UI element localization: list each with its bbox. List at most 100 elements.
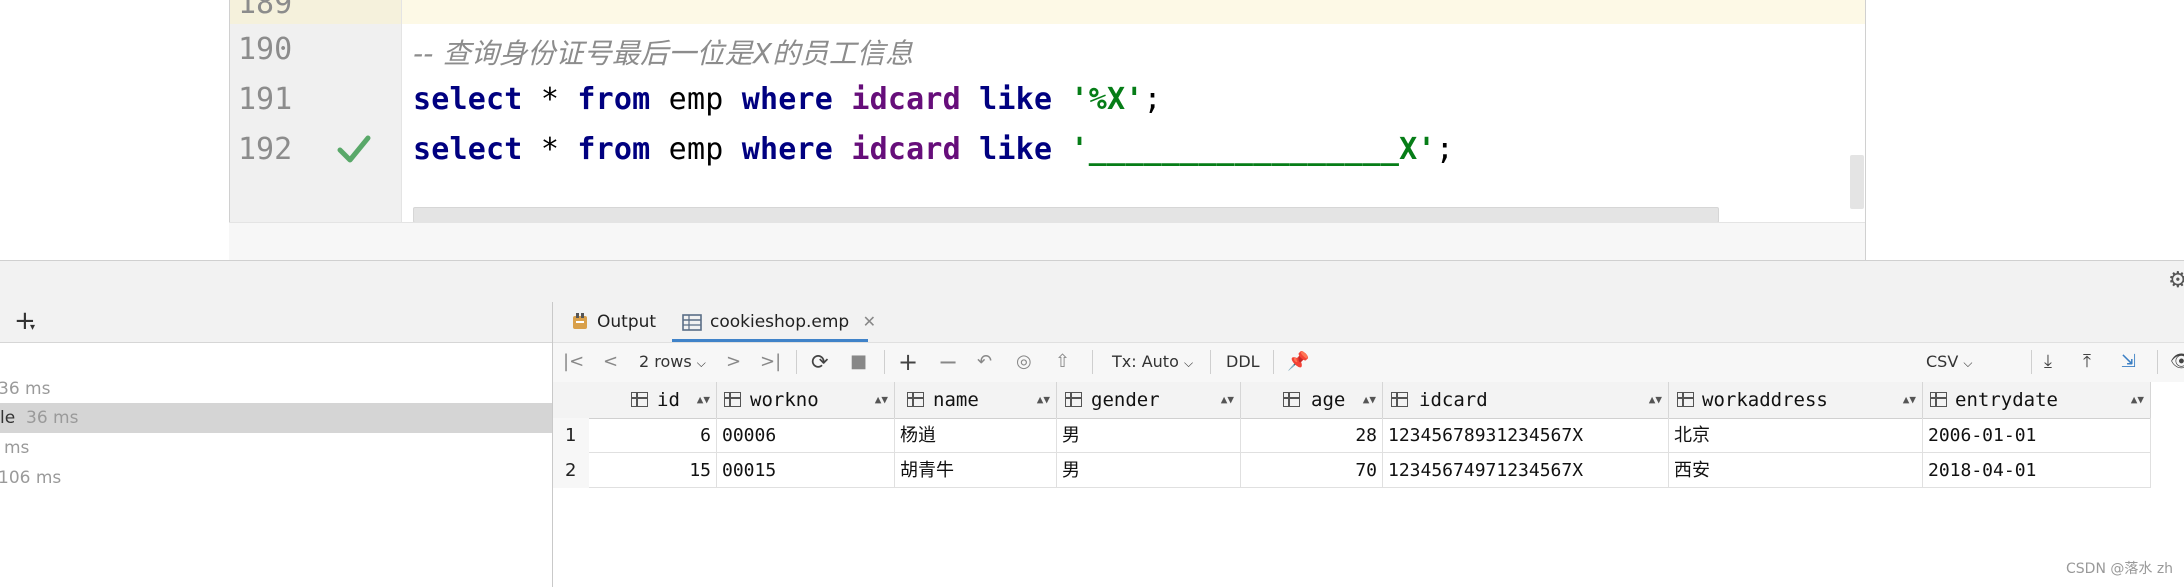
- column-header-workaddress[interactable]: workaddress ▲▼: [1669, 382, 1923, 418]
- editor-right-margin: [1866, 0, 2184, 260]
- toolbar-separator: [796, 350, 797, 374]
- compare-icon[interactable]: ⇲: [2121, 342, 2136, 382]
- gear-icon[interactable]: ⚙: [2168, 268, 2184, 293]
- table-cell-id[interactable]: 15: [589, 453, 717, 488]
- tab-cookieshop-emp[interactable]: cookieshop.emp ✕: [682, 302, 876, 342]
- sort-icon[interactable]: ▲▼: [875, 382, 888, 418]
- table-cell-gender[interactable]: 男: [1057, 418, 1241, 453]
- toolbar-separator: [2031, 350, 2032, 374]
- row-number[interactable]: 1: [553, 418, 589, 453]
- view-icon[interactable]: 👁: [2170, 342, 2184, 382]
- column-header-gender[interactable]: gender ▲▼: [1057, 382, 1241, 418]
- column-header-workno[interactable]: workno ▲▼: [717, 382, 895, 418]
- table-icon: [682, 313, 702, 331]
- sort-icon[interactable]: ▲▼: [1649, 382, 1662, 418]
- sql-table: emp: [650, 132, 742, 167]
- sql-column: idcard: [851, 82, 961, 117]
- table-cell-id[interactable]: 6: [589, 418, 717, 453]
- session-label: le: [0, 408, 16, 428]
- last-page-icon[interactable]: >|: [760, 342, 781, 382]
- revert-icon[interactable]: ↶: [977, 342, 992, 382]
- table-cell-name[interactable]: 杨逍: [895, 418, 1057, 453]
- table-cell-entrydate[interactable]: 2018-04-01: [1923, 453, 2151, 488]
- toolbar-separator: [1273, 350, 1274, 374]
- table-cell-age[interactable]: 28: [1241, 418, 1383, 453]
- session-timing-selected[interactable]: le 36 ms: [0, 403, 552, 433]
- column-icon: [724, 392, 741, 407]
- next-page-icon[interactable]: >: [726, 342, 741, 382]
- column-name: idcard: [1419, 389, 1488, 411]
- chevron-down-icon: ⌵: [1183, 356, 1194, 370]
- export-format-dropdown[interactable]: CSV ⌵: [1926, 342, 1972, 382]
- delete-row-icon[interactable]: −: [938, 342, 958, 382]
- sort-icon[interactable]: ▲▼: [1363, 382, 1376, 418]
- sql-keyword: like: [979, 82, 1053, 117]
- transaction-mode-dropdown[interactable]: Tx: Auto ⌵: [1112, 342, 1193, 382]
- upload-icon[interactable]: ⤒: [2083, 342, 2091, 382]
- submit-icon[interactable]: ⇧: [1055, 342, 1070, 382]
- sql-keyword: select: [413, 132, 523, 167]
- sql-space: [961, 132, 979, 167]
- download-icon[interactable]: ⤓: [2044, 342, 2052, 382]
- add-row-icon[interactable]: +: [898, 342, 918, 382]
- timing-value: 106 ms: [0, 468, 62, 488]
- previous-page-icon[interactable]: <: [603, 342, 618, 382]
- pin-tab-icon[interactable]: 📌: [1287, 342, 1309, 382]
- row-number[interactable]: 2: [553, 453, 589, 488]
- column-header-entrydate[interactable]: entrydate ▲▼: [1923, 382, 2151, 418]
- sql-keyword: where: [741, 132, 834, 167]
- ddl-button[interactable]: DDL: [1226, 342, 1260, 382]
- chevron-down-icon[interactable]: ▾: [30, 322, 35, 333]
- code-line-191[interactable]: select * from emp where idcard like '%X'…: [413, 82, 1162, 117]
- editor-horizontal-scrollbar[interactable]: [413, 207, 1719, 223]
- stop-icon[interactable]: ■: [850, 342, 867, 382]
- sql-keyword: from: [577, 132, 651, 167]
- rows-count-dropdown[interactable]: 2 rows ⌵: [639, 342, 706, 382]
- table-cell-workno[interactable]: 00006: [717, 418, 895, 453]
- tx-mode-label: Tx: Auto: [1112, 352, 1179, 371]
- table-cell-workaddress[interactable]: 西安: [1669, 453, 1923, 488]
- column-header-id[interactable]: id ▲▼: [589, 382, 717, 418]
- editor-vertical-scrollbar[interactable]: [1850, 155, 1864, 209]
- table-cell-idcard[interactable]: 12345678931234567X: [1383, 418, 1669, 453]
- table-cell-workaddress[interactable]: 北京: [1669, 418, 1923, 453]
- gutter-separator: [401, 0, 402, 222]
- editor-bottom-bar: [229, 222, 1865, 261]
- sql-keyword: from: [577, 82, 651, 117]
- table-cell-entrydate[interactable]: 2006-01-01: [1923, 418, 2151, 453]
- toolbar-separator: [1210, 350, 1211, 374]
- sql-semicolon: ;: [1143, 82, 1162, 117]
- sort-icon[interactable]: ▲▼: [697, 382, 710, 418]
- table-cell-name[interactable]: 胡青牛: [895, 453, 1057, 488]
- first-page-icon[interactable]: |<: [563, 342, 584, 382]
- tab-label: Output: [597, 312, 657, 332]
- column-header-idcard[interactable]: idcard ▲▼: [1383, 382, 1669, 418]
- session-timing[interactable]: 106 ms: [0, 463, 552, 493]
- table-cell-age[interactable]: 70: [1241, 453, 1383, 488]
- refresh-icon[interactable]: ⟳: [811, 342, 829, 382]
- timing-value: 36 ms: [26, 408, 79, 428]
- table-cell-idcard[interactable]: 12345674971234567X: [1383, 453, 1669, 488]
- session-timing[interactable]: ms: [0, 433, 552, 463]
- sort-icon[interactable]: ▲▼: [1221, 382, 1234, 418]
- tab-output[interactable]: Output: [572, 302, 656, 342]
- sql-space: [1052, 132, 1070, 167]
- preview-changes-icon[interactable]: ◎: [1016, 342, 1032, 382]
- column-header-age[interactable]: age ▲▼: [1241, 382, 1383, 418]
- close-icon[interactable]: ✕: [863, 312, 876, 331]
- sql-token: *: [522, 132, 578, 167]
- toolbar-separator: [2157, 350, 2158, 374]
- sort-icon[interactable]: ▲▼: [1903, 382, 1916, 418]
- table-cell-gender[interactable]: 男: [1057, 453, 1241, 488]
- chevron-down-icon: ⌵: [1963, 356, 1973, 370]
- line-number: 189: [238, 0, 293, 21]
- execution-success-check-icon: [337, 135, 371, 163]
- sql-keyword: where: [741, 82, 834, 117]
- session-timing[interactable]: 36 ms: [0, 374, 552, 404]
- table-cell-workno[interactable]: 00015: [717, 453, 895, 488]
- column-header-name[interactable]: name ▲▼: [895, 382, 1057, 418]
- sort-icon[interactable]: ▲▼: [1037, 382, 1050, 418]
- sql-semicolon: ;: [1435, 132, 1454, 167]
- code-line-192[interactable]: select * from emp where idcard like '___…: [413, 132, 1454, 167]
- sort-icon[interactable]: ▲▼: [2131, 382, 2144, 418]
